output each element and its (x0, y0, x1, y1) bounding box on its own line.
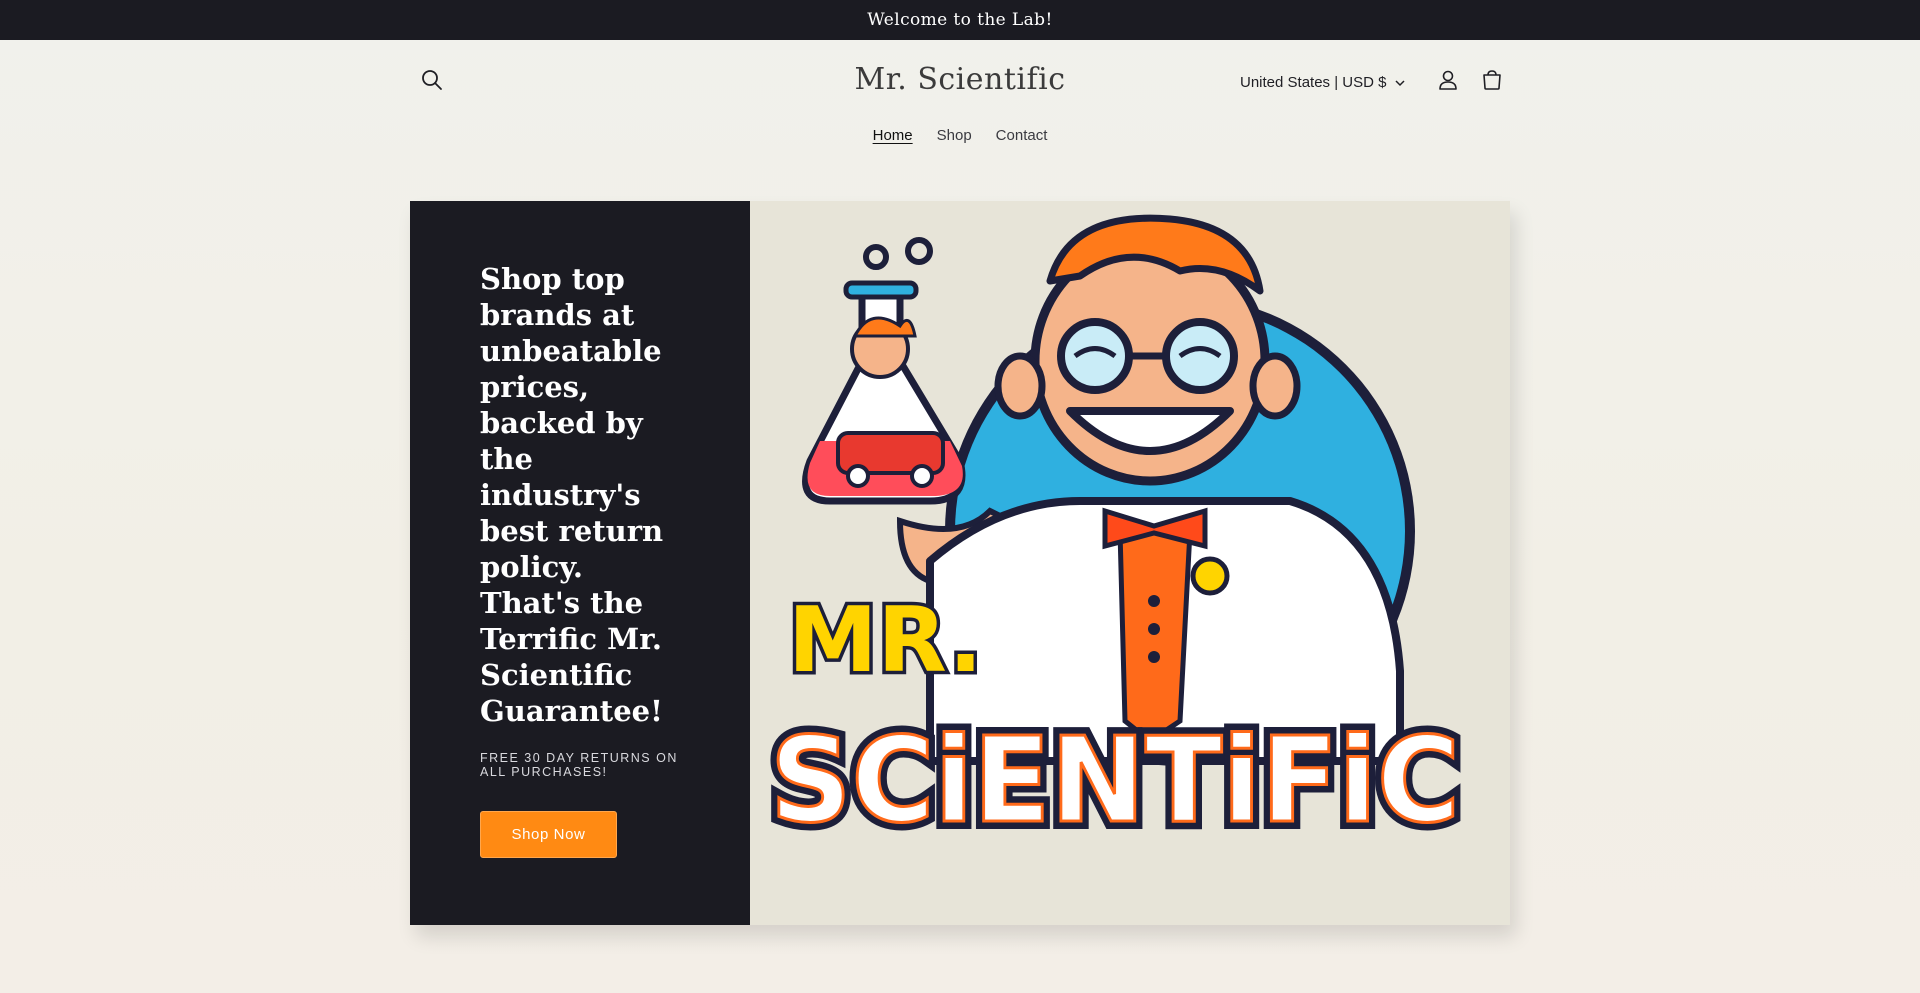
locale-label: United States | USD $ (1240, 73, 1387, 91)
search-button[interactable] (412, 62, 452, 102)
hero-heading: Shop top brands at unbeatable prices, ba… (480, 262, 664, 728)
shop-now-button[interactable]: Shop Now (480, 811, 617, 858)
hero-subheading: FREE 30 DAY RETURNS ON ALL PURCHASES! (480, 751, 678, 779)
logo-text-outline: SCiENTiFiC (770, 711, 1460, 849)
site-header: Mr. Scientific United States | USD $ Hom… (0, 40, 1920, 160)
hero-banner: Shop top brands at unbeatable prices, ba… (410, 201, 1510, 925)
nav-link-contact[interactable]: Contact (996, 127, 1048, 144)
announcement-bar: Welcome to the Lab! (0, 0, 1920, 40)
logo-text-mr: MR. (788, 588, 983, 693)
main-nav: Home Shop Contact (0, 127, 1920, 144)
nav-link-shop[interactable]: Shop (937, 127, 972, 144)
chevron-down-icon (1394, 74, 1406, 91)
mr-scientific-illustration: MR. SCiENTiFiC SCiENTiFiC (762, 214, 1468, 857)
announcement-text: Welcome to the Lab! (867, 10, 1053, 30)
account-button[interactable] (1428, 62, 1468, 102)
locale-selector[interactable]: United States | USD $ (1240, 70, 1406, 94)
hero-text-panel: Shop top brands at unbeatable prices, ba… (410, 201, 750, 925)
cart-button[interactable] (1472, 62, 1512, 102)
site-logo[interactable]: Mr. Scientific (760, 62, 1160, 97)
hero-image: MR. SCiENTiFiC SCiENTiFiC (750, 201, 1510, 925)
account-icon (1437, 69, 1459, 96)
nav-link-home[interactable]: Home (873, 127, 913, 144)
cart-icon (1481, 69, 1503, 96)
search-icon (421, 69, 443, 96)
